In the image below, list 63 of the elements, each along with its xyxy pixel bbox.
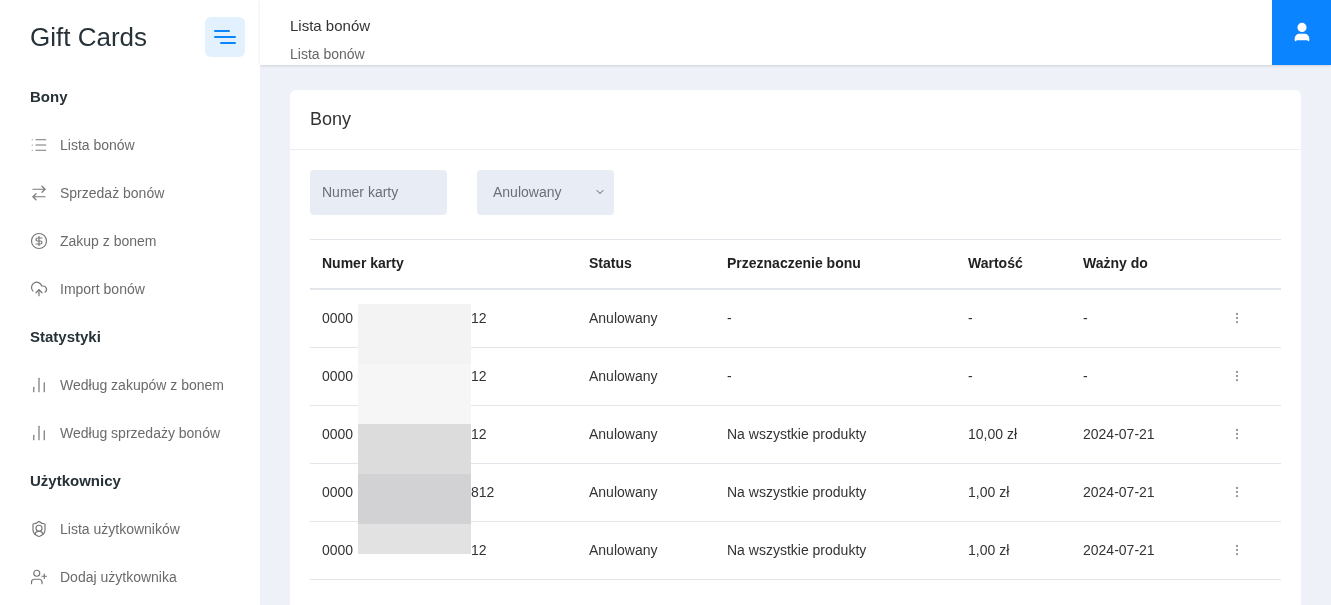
column-header: Ważny do [1083,254,1149,273]
column-header: Status [589,254,633,273]
list-icon [30,136,48,154]
table-cell-text: - [727,308,733,328]
sidebar-item[interactable]: Zakup z bonem [30,217,230,265]
section-heading: Bony [30,86,69,107]
bar-chart-icon [30,376,48,394]
status-dropdown[interactable]: Anulowany [477,169,614,215]
breadcrumb: Lista bonów [290,44,366,64]
sidebar-item[interactable]: Lista bonów [30,121,230,169]
table-cell-text: 12 [471,308,487,328]
table-cell-text: 0000 [322,424,355,444]
table-cell-text: Na wszystkie produkty [727,424,868,444]
user-button[interactable] [1272,0,1331,65]
table-cell-text: - [1083,366,1089,386]
table-cell-text: - [968,308,974,328]
page-title: Lista bonów [290,16,372,36]
menu-button[interactable] [205,17,245,57]
sidebar-item[interactable]: Lista użytkowników [30,505,230,553]
column-header: Numer karty [322,254,405,273]
section-heading: Statystyki [30,326,102,347]
table-cell-text: 2024-07-21 [1083,424,1156,444]
table-cell-text: Na wszystkie produkty [727,540,868,560]
column-header: Przeznaczenie bonu [727,254,862,273]
sidebar-item[interactable]: Sprzedaż bonów [30,169,230,217]
menu-icon [214,29,236,45]
column-header: Wartość [968,254,1024,273]
table-cell-text: Na wszystkie produkty [727,482,868,502]
table-cell-text: 0000 [322,366,355,386]
table-cell-text: 12 [471,424,487,444]
table-cell-text: 2024-07-21 [1083,540,1156,560]
table-cell-text: - [1083,308,1089,328]
table-cell-text: 0000 [322,308,355,328]
table-cell-text: Anulowany [589,424,659,444]
sidebar-item[interactable]: Według sprzedaży bonów [30,409,230,457]
table-cell-text: 10,00 zł [968,424,1019,444]
dollar-icon [30,232,48,250]
card-number-field[interactable]: Numer karty [310,169,447,215]
table-cell-text: Anulowany [589,366,659,386]
sidebar-item[interactable]: Dodaj użytkownika [30,553,230,601]
bar-chart-icon [30,424,48,442]
sidebar-item[interactable]: Według zakupów z bonem [30,361,230,409]
cloud-upload-icon [30,280,48,298]
section-heading: Użytkownicy [30,470,122,491]
table-cell-text: 0000 [322,482,355,502]
table-cell-text: - [968,366,974,386]
table-cell-text: - [727,366,733,386]
card-title: Bony [310,107,352,131]
table-cell-text: 2024-07-21 [1083,482,1156,502]
table-cell-text: Anulowany [589,540,659,560]
user-add-icon [30,568,48,586]
table-cell-text: 1,00 zł [968,482,1011,502]
table-cell-text: 1,00 zł [968,540,1011,560]
exchange-icon [30,184,48,202]
table-cell-text: 812 [471,482,495,502]
sidebar-item[interactable]: Import bonów [30,265,230,313]
table-cell-text: 12 [471,366,487,386]
table-cell-text: Anulowany [589,482,659,502]
shield-user-icon [30,520,48,538]
table-cell-text: 12 [471,540,487,560]
app-title: Gift Cards [30,20,148,54]
table-cell-text: Anulowany [589,308,659,328]
table-cell-text: 0000 [322,540,355,560]
